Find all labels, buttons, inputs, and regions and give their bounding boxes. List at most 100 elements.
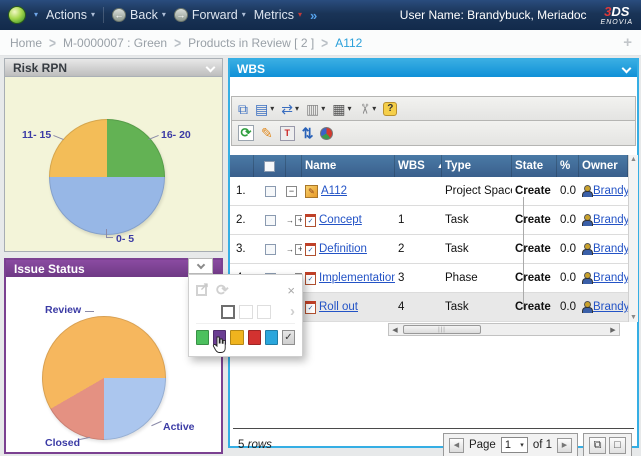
- collapse-chevron-icon[interactable]: [206, 63, 216, 73]
- table-row[interactable]: 3. →+ ✓Definition 2 Task Create 0.0 Bran…: [230, 235, 628, 264]
- add-tab-icon[interactable]: +: [623, 34, 632, 51]
- refresh-button[interactable]: ⟳: [238, 125, 254, 141]
- promote-button[interactable]: T: [280, 126, 295, 141]
- more-styles-icon[interactable]: ›: [290, 303, 295, 320]
- minimize-window-icon[interactable]: □: [609, 437, 626, 454]
- state-value: Create: [512, 243, 557, 255]
- metrics-menu[interactable]: Metrics ▾: [254, 8, 302, 22]
- open-window-icon[interactable]: ⧉: [238, 102, 248, 116]
- name-link[interactable]: Implementation: [319, 272, 395, 284]
- tearoff-window-icon[interactable]: ⧉: [589, 437, 606, 454]
- chart-style-option-selected[interactable]: [221, 305, 235, 319]
- breadcrumb-home[interactable]: Home: [10, 36, 42, 50]
- help-icon[interactable]: ?: [383, 102, 397, 116]
- apply-check-icon[interactable]: ✓: [282, 330, 295, 345]
- owner-link[interactable]: Brandy: [593, 301, 628, 313]
- leader-line: [106, 229, 113, 238]
- breadcrumb-current[interactable]: A112: [335, 36, 362, 50]
- close-icon[interactable]: ×: [287, 283, 295, 298]
- breadcrumb-sep-icon: >: [49, 34, 56, 51]
- collapse-chevron-icon[interactable]: [622, 64, 632, 74]
- compass-icon[interactable]: [8, 6, 26, 24]
- back-button[interactable]: ← Back ▾: [112, 8, 166, 22]
- name-link[interactable]: Concept: [319, 214, 362, 226]
- issue-panel-chevron-button[interactable]: [188, 258, 213, 274]
- row-checkbox[interactable]: [265, 244, 276, 255]
- pie-label: 0- 5: [116, 233, 134, 245]
- metrics-caret-icon[interactable]: ▾: [298, 11, 302, 19]
- actions-menu[interactable]: Actions ▾: [46, 8, 95, 22]
- page-select[interactable]: 1▾: [501, 437, 528, 453]
- edit-icon: ✎: [261, 126, 273, 140]
- person-icon: [582, 185, 591, 197]
- wbs-number: 2: [395, 243, 442, 255]
- table-row[interactable]: 2. →+ ✓Concept 1 Task Create 0.0 Brandy: [230, 206, 628, 235]
- name-link[interactable]: Roll out: [319, 301, 358, 313]
- select-all-checkbox[interactable]: [264, 161, 275, 172]
- header-pct[interactable]: %: [557, 155, 579, 177]
- view-menu-button[interactable]: ▦▾: [332, 102, 351, 116]
- forward-button[interactable]: → Forward ▾: [174, 8, 246, 22]
- horizontal-scrollbar[interactable]: ◀ ||| ▶: [388, 323, 620, 336]
- leader-line: [148, 135, 159, 140]
- header-wbs[interactable]: WBS▲: [395, 155, 442, 177]
- pie-label: Active: [163, 421, 195, 433]
- scroll-up-icon[interactable]: ▲: [630, 156, 637, 163]
- actions-label: Actions: [46, 8, 87, 22]
- scrollbar-thumb[interactable]: |||: [403, 325, 481, 334]
- color-swatch-blue[interactable]: [265, 330, 278, 345]
- risk-rpn-panel: Risk RPN 11- 15 16- 20 0- 5: [4, 58, 223, 252]
- owner-link[interactable]: Brandy: [593, 243, 628, 255]
- refresh-chart-icon[interactable]: ⟳: [216, 283, 229, 298]
- copy-menu-button[interactable]: ▤▾: [255, 102, 274, 116]
- table-row[interactable]: 1. − ✎A112 Project Space Create 0.0 Bran…: [230, 177, 628, 206]
- edit-button[interactable]: ✎: [261, 126, 273, 140]
- wbs-number: 4: [395, 301, 442, 313]
- next-page-button[interactable]: ▶: [557, 438, 572, 453]
- owner-link[interactable]: Brandy: [593, 185, 628, 197]
- forward-caret-icon[interactable]: ▾: [242, 11, 246, 19]
- chart-style-option[interactable]: [239, 305, 253, 319]
- tools-menu-button[interactable]: ✂▾: [359, 102, 377, 116]
- header-owner[interactable]: Owner: [579, 155, 628, 177]
- pie-label: 16- 20: [161, 129, 191, 141]
- sort-button[interactable]: ⇅: [302, 126, 314, 140]
- risk-rpn-chart: 11- 15 16- 20 0- 5: [4, 77, 223, 252]
- owner-link[interactable]: Brandy: [593, 214, 628, 226]
- chart-view-icon[interactable]: [320, 127, 333, 140]
- scroll-down-icon[interactable]: ▼: [630, 314, 637, 321]
- breadcrumb-products[interactable]: Products in Review [ 2 ]: [188, 36, 314, 50]
- header-name[interactable]: Name: [302, 155, 395, 177]
- name-link[interactable]: A112: [321, 185, 347, 197]
- wbs-header: WBS: [230, 60, 637, 77]
- more-tools-icon[interactable]: »: [310, 8, 317, 23]
- color-swatch-green[interactable]: [196, 330, 209, 345]
- pct-value: 0.0: [557, 272, 579, 284]
- expand-node-icon[interactable]: +: [295, 244, 302, 255]
- header-state[interactable]: State: [512, 155, 557, 177]
- name-link[interactable]: Definition: [319, 243, 367, 255]
- compass-caret-icon[interactable]: ▾: [34, 11, 38, 19]
- color-swatch-yellow[interactable]: [230, 330, 243, 345]
- row-checkbox[interactable]: [265, 215, 276, 226]
- breadcrumb-project[interactable]: M-0000007 : Green: [63, 36, 167, 50]
- back-caret-icon[interactable]: ▾: [162, 11, 166, 19]
- print-menu-button[interactable]: ▥▾: [306, 102, 325, 116]
- person-icon: [582, 301, 591, 313]
- transfer-menu-button[interactable]: ⇄▾: [281, 102, 299, 116]
- export-icon[interactable]: ↗: [196, 285, 207, 296]
- person-icon: [582, 214, 591, 226]
- scroll-right-icon[interactable]: ▶: [607, 326, 619, 334]
- expand-node-icon[interactable]: +: [295, 215, 302, 226]
- collapse-node-icon[interactable]: −: [286, 186, 297, 197]
- color-swatch-red[interactable]: [248, 330, 261, 345]
- vertical-scrollbar[interactable]: ▲ ▼: [628, 155, 638, 322]
- risk-rpn-title: Risk RPN: [13, 61, 67, 75]
- header-type[interactable]: Type: [442, 155, 512, 177]
- project-icon: ✎: [305, 185, 318, 198]
- owner-link[interactable]: Brandy: [593, 272, 628, 284]
- prev-page-button[interactable]: ◀: [449, 438, 464, 453]
- chart-style-option[interactable]: [257, 305, 271, 319]
- row-checkbox[interactable]: [265, 186, 276, 197]
- scroll-left-icon[interactable]: ◀: [389, 326, 401, 334]
